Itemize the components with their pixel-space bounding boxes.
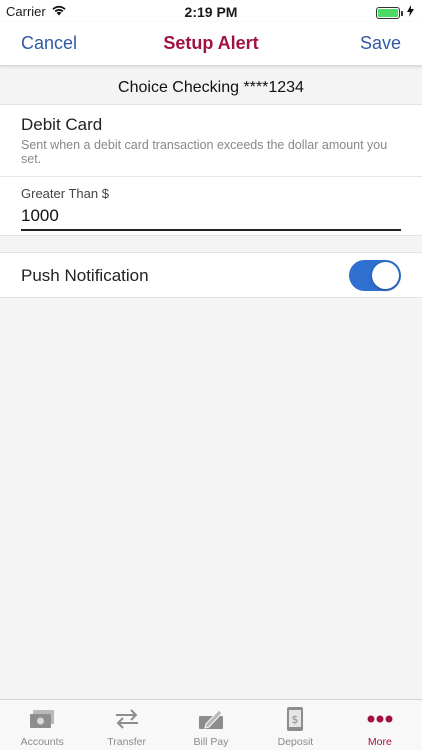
phone-dollar-icon: $: [280, 706, 310, 732]
tab-transfer[interactable]: Transfer: [84, 700, 168, 750]
battery-icon: [376, 6, 403, 19]
account-name: Choice Checking ****1234: [118, 79, 304, 96]
navigation-bar: Cancel Setup Alert Save: [0, 22, 422, 66]
amount-label: Greater Than $: [21, 186, 109, 201]
tab-label: More: [367, 736, 392, 748]
tab-more[interactable]: More: [338, 700, 422, 750]
section-divider: [0, 176, 422, 177]
debit-card-alert-section: Debit Card Sent when a debit card transa…: [0, 104, 422, 236]
tab-label: Bill Pay: [193, 736, 229, 748]
amount-input[interactable]: [21, 203, 401, 231]
tab-bill-pay[interactable]: Bill Pay: [169, 700, 253, 750]
alert-description: Sent when a debit card transaction excee…: [21, 138, 388, 166]
tab-label: Accounts: [20, 736, 64, 748]
alert-title: Debit Card: [21, 115, 103, 134]
svg-text:$: $: [292, 713, 299, 726]
status-bar: Carrier 2:19 PM: [0, 0, 422, 22]
tab-bar: Accounts Transfer Bill Pay $ Deposit Mor…: [0, 699, 422, 750]
cash-icon: [27, 706, 57, 732]
status-time: 2:19 PM: [184, 4, 238, 20]
push-notification-row: Push Notification: [0, 252, 422, 298]
tab-accounts[interactable]: Accounts: [0, 700, 84, 750]
more-dots-icon: [365, 706, 395, 732]
save-button[interactable]: Save: [360, 33, 401, 54]
transfer-arrows-icon: [112, 706, 142, 732]
push-notification-toggle[interactable]: [349, 260, 401, 291]
check-pen-icon: [196, 706, 226, 732]
battery-fill: [378, 8, 398, 17]
status-right: [376, 5, 414, 20]
push-notification-label: Push Notification: [21, 266, 149, 285]
tab-deposit[interactable]: $ Deposit: [253, 700, 337, 750]
toggle-knob: [372, 262, 399, 289]
tab-label: Deposit: [277, 736, 314, 748]
charging-bolt-icon: [407, 5, 414, 20]
tab-label: Transfer: [107, 736, 146, 748]
page-title: Setup Alert: [163, 33, 259, 53]
